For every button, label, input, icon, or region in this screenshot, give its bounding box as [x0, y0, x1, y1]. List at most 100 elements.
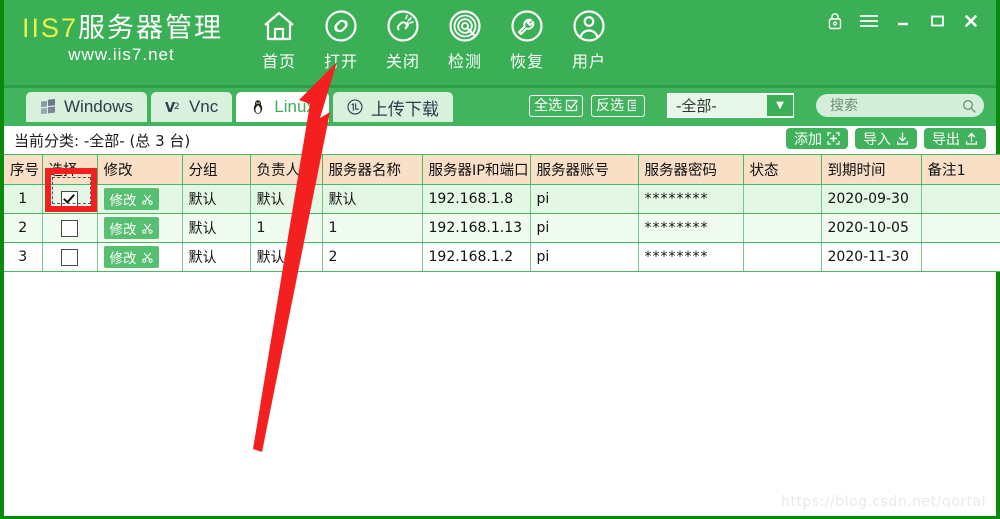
tab-vnc[interactable]: V 2 Vnc — [150, 92, 233, 122]
nav-item-restore[interactable]: 恢复 — [496, 6, 558, 72]
tab-linux[interactable]: Linux — [236, 92, 329, 122]
cell-password: ******** — [638, 213, 744, 243]
logo-title: IIS7服务器管理 — [22, 12, 227, 44]
table-row[interactable]: 2 修改 默认 1 1 192.168.1.13 pi ******** 202… — [4, 213, 1000, 243]
windows-icon — [40, 98, 57, 116]
row-checkbox[interactable] — [61, 219, 78, 237]
vnc-icon: V 2 — [165, 99, 182, 116]
export-button[interactable]: 导出 — [924, 128, 986, 149]
cell-note1 — [921, 184, 1000, 214]
table-row[interactable]: 1 修改 默认 默认 默认 192.168.1.8 pi ******** 20… — [4, 184, 1000, 214]
nav-item-open[interactable]: 打开 — [310, 6, 372, 72]
lock-icon[interactable] — [818, 8, 852, 34]
import-icon — [896, 132, 909, 145]
edit-button[interactable]: 修改 — [103, 246, 159, 268]
add-button[interactable]: 添加 — [786, 128, 848, 149]
col-password[interactable]: 服务器密码 — [638, 154, 744, 185]
add-icon — [827, 132, 840, 145]
tab-windows[interactable]: Windows — [26, 92, 147, 122]
cell-seq: 3 — [4, 242, 43, 272]
nav-item-home[interactable]: 首页 — [248, 6, 310, 72]
col-ip-port[interactable]: 服务器IP和端口 — [422, 154, 531, 185]
nav-label-user: 用户 — [571, 52, 606, 71]
scissors-icon — [141, 223, 153, 234]
table-row[interactable]: 3 修改 默认 默认 2 192.168.1.2 pi ******** 202… — [4, 242, 1000, 272]
nav-item-user[interactable]: 用户 — [558, 6, 620, 72]
add-button-label: 添加 — [794, 131, 822, 148]
col-server-name[interactable]: 服务器名称 — [322, 154, 423, 185]
logo-subtitle: www.iis7.net — [68, 45, 175, 64]
nav-item-close[interactable]: 关闭 — [372, 6, 434, 72]
import-button[interactable]: 导入 — [855, 128, 917, 149]
tab-label-vnc: Vnc — [188, 97, 219, 116]
col-select[interactable]: 选择 — [42, 154, 98, 185]
cell-account: pi — [530, 242, 639, 272]
link-broken-icon — [383, 6, 423, 46]
user-icon — [569, 6, 609, 46]
invert-select-label: 反选 — [596, 97, 624, 114]
upload-download-icon — [347, 98, 364, 116]
edit-button-label: 修改 — [109, 251, 137, 267]
select-all-button[interactable]: 全选 — [529, 94, 583, 117]
search-box[interactable] — [816, 94, 984, 117]
export-icon — [965, 132, 978, 145]
cell-seq: 2 — [4, 213, 43, 243]
search-input[interactable] — [828, 96, 952, 115]
cell-note1 — [921, 242, 1000, 272]
invert-select-button[interactable]: 反选 — [591, 94, 645, 117]
cell-edit[interactable]: 修改 — [97, 213, 183, 243]
row-checkbox[interactable] — [61, 248, 78, 266]
link-open-icon — [321, 6, 361, 46]
cell-edit[interactable]: 修改 — [97, 242, 183, 272]
nav-item-detect[interactable]: 检测 — [434, 6, 496, 72]
minimize-icon[interactable] — [886, 8, 920, 34]
cell-select[interactable] — [42, 242, 98, 272]
nav-label-open: 打开 — [323, 52, 358, 71]
cell-owner: 1 — [250, 213, 323, 243]
tab-label-upload-download: 上传下载 — [370, 99, 439, 119]
close-icon[interactable] — [954, 8, 988, 34]
col-edit[interactable]: 修改 — [97, 154, 183, 185]
cell-edit[interactable]: 修改 — [97, 184, 183, 214]
app-logo: IIS7服务器管理 www.iis7.net — [22, 12, 227, 74]
col-note1[interactable]: 备注1 — [921, 154, 1000, 185]
cell-select[interactable] — [42, 184, 98, 214]
col-owner[interactable]: 负责人 — [250, 154, 323, 185]
edit-button[interactable]: 修改 — [103, 188, 159, 210]
category-dropdown-value: -全部- — [676, 97, 717, 115]
server-table-container: 序号 选择 修改 分组 负责人 服务器名称 服务器IP和端口 服务器账号 服务器… — [4, 154, 1000, 272]
chevron-down-icon[interactable]: ▼ — [767, 95, 793, 116]
menu-icon[interactable] — [852, 8, 886, 34]
cell-ip-port: 192.168.1.8 — [422, 184, 531, 214]
cell-note1 — [921, 213, 1000, 243]
cell-status — [743, 213, 822, 243]
edit-button-label: 修改 — [109, 222, 137, 238]
col-status[interactable]: 状态 — [743, 154, 822, 185]
svg-text:2: 2 — [174, 102, 180, 112]
col-expire[interactable]: 到期时间 — [821, 154, 922, 185]
tab-label-linux: Linux — [274, 97, 315, 116]
cell-server-name: 1 — [322, 213, 423, 243]
tab-list: Windows V 2 Vnc Linux 上传下载 — [26, 92, 457, 122]
table-body: 1 修改 默认 默认 默认 192.168.1.8 pi ******** 20… — [4, 184, 1000, 272]
col-group[interactable]: 分组 — [182, 154, 251, 185]
tab-upload-download[interactable]: 上传下载 — [332, 92, 453, 122]
check-square-icon — [565, 99, 578, 112]
server-table: 序号 选择 修改 分组 负责人 服务器名称 服务器IP和端口 服务器账号 服务器… — [4, 154, 1000, 272]
scissors-icon — [141, 252, 153, 263]
row-checkbox[interactable] — [61, 190, 78, 208]
current-category-label: 当前分类: — [14, 132, 80, 150]
maximize-icon[interactable] — [920, 8, 954, 34]
cell-select[interactable] — [42, 213, 98, 243]
col-seq[interactable]: 序号 — [4, 154, 43, 185]
col-account[interactable]: 服务器账号 — [530, 154, 639, 185]
cell-owner: 默认 — [250, 184, 323, 214]
edit-button[interactable]: 修改 — [103, 217, 159, 239]
tab-strip-tools: 全选 反选 -全部- ▼ — [529, 93, 984, 118]
current-category: 当前分类: -全部- (总 3 台) — [14, 130, 190, 151]
logo-title-prefix: IIS7 — [22, 13, 79, 43]
category-dropdown[interactable]: -全部- ▼ — [667, 93, 794, 118]
cell-status — [743, 242, 822, 272]
scissors-icon — [141, 194, 153, 205]
linux-penguin-icon — [250, 99, 267, 116]
